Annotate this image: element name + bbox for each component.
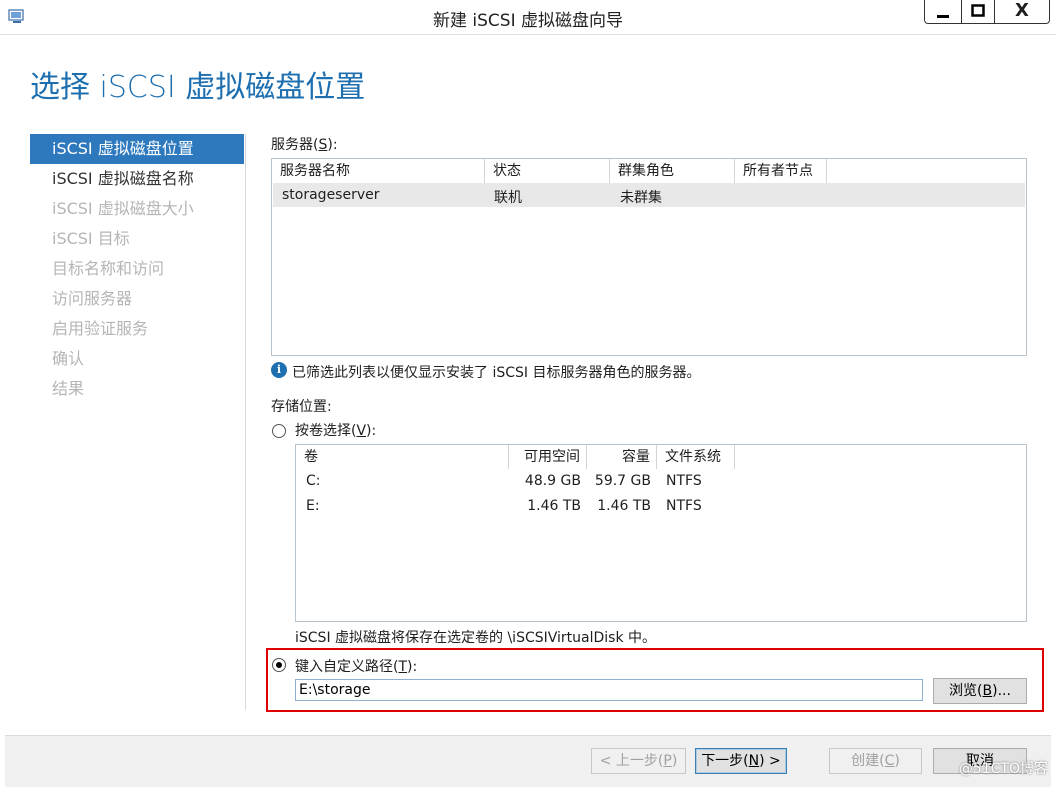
column-header-status[interactable]: 状态 [485, 159, 610, 183]
server-list[interactable]: 服务器名称 状态 群集角色 所有者节点 storageserver 联机 未群集 [271, 158, 1027, 356]
column-header-free-space[interactable]: 可用空间 [509, 445, 587, 469]
nav-item-auth-services: 启用验证服务 [52, 319, 149, 338]
close-button[interactable]: X [994, 0, 1050, 24]
column-header-owner-node[interactable]: 所有者节点 [735, 159, 827, 183]
minimize-button[interactable] [924, 0, 962, 24]
info-icon: i [271, 362, 287, 378]
info-text: 已筛选此列表以便仅显示安装了 iSCSI 目标服务器角色的服务器。 [292, 365, 701, 381]
volume-cell: E: [306, 498, 320, 514]
storage-location-label: 存储位置: [271, 399, 332, 415]
window-title: 新建 iSCSI 虚拟磁盘向导 [433, 11, 623, 31]
next-button[interactable]: 下一步(N) > [695, 748, 787, 774]
nav-item-iscsi-target: iSCSI 目标 [52, 229, 130, 248]
free-space-cell: 1.46 TB [527, 498, 581, 514]
nav-item-results: 结果 [52, 379, 85, 398]
title-bar: 新建 iSCSI 虚拟磁盘向导 X [0, 0, 1056, 35]
table-row[interactable]: C: 48.9 GB 59.7 GB NTFS [296, 469, 1026, 493]
server-cluster-cell: 未群集 [620, 190, 662, 206]
volume-list[interactable]: 卷 可用空间 容量 文件系统 C: 48.9 GB 59.7 GB NTFS E… [295, 444, 1027, 622]
watermark: @51CTO博客 [958, 761, 1048, 777]
close-icon: X [1015, 0, 1029, 21]
browse-button[interactable]: 浏览(B)... [933, 678, 1027, 704]
server-status-cell: 联机 [494, 190, 522, 206]
server-name-cell: storageserver [282, 187, 380, 203]
nav-item-disk-name[interactable]: iSCSI 虚拟磁盘名称 [30, 164, 244, 194]
nav-divider [245, 134, 246, 710]
by-volume-label[interactable]: 按卷选择(V): [295, 420, 376, 440]
capacity-cell: 1.46 TB [597, 498, 651, 514]
column-header-capacity[interactable]: 容量 [587, 445, 657, 469]
nav-item-access-servers: 访问服务器 [52, 289, 133, 308]
custom-path-input[interactable] [295, 679, 923, 701]
volume-cell: C: [306, 473, 321, 489]
nav-item-disk-size: iSCSI 虚拟磁盘大小 [52, 199, 194, 218]
by-volume-radio[interactable] [272, 424, 286, 438]
minimize-icon [937, 15, 949, 18]
page-title: 选择 iSCSI 虚拟磁盘位置 [30, 70, 366, 105]
maximize-icon [971, 4, 985, 17]
column-header-cluster-role[interactable]: 群集角色 [610, 159, 735, 183]
custom-path-radio[interactable] [272, 658, 286, 672]
free-space-cell: 48.9 GB [524, 473, 581, 489]
column-header-server-name[interactable]: 服务器名称 [272, 159, 485, 183]
custom-path-label[interactable]: 键入自定义路径(T): [295, 656, 417, 676]
column-header-file-system[interactable]: 文件系统 [657, 445, 735, 469]
nav-item-disk-location[interactable]: iSCSI 虚拟磁盘位置 [30, 134, 244, 164]
previous-button[interactable]: < 上一步(P) [591, 748, 686, 774]
column-header-volume[interactable]: 卷 [296, 445, 509, 469]
nav-item-confirm: 确认 [52, 349, 85, 368]
capacity-cell: 59.7 GB [594, 473, 651, 489]
maximize-button[interactable] [961, 0, 995, 24]
create-button[interactable]: 创建(C) [829, 748, 922, 774]
nav-item-target-name: 目标名称和访问 [52, 259, 165, 278]
wizard-nav: iSCSI 虚拟磁盘位置 iSCSI 虚拟磁盘名称 iSCSI 虚拟磁盘大小 i… [30, 134, 244, 404]
table-row[interactable]: E: 1.46 TB 1.46 TB NTFS [296, 494, 1026, 518]
server-label: 服务器(S): [271, 137, 338, 153]
volume-note: iSCSI 虚拟磁盘将保存在选定卷的 \iSCSIVirtualDisk 中。 [295, 630, 657, 646]
file-system-cell: NTFS [666, 498, 702, 514]
file-system-cell: NTFS [666, 473, 702, 489]
